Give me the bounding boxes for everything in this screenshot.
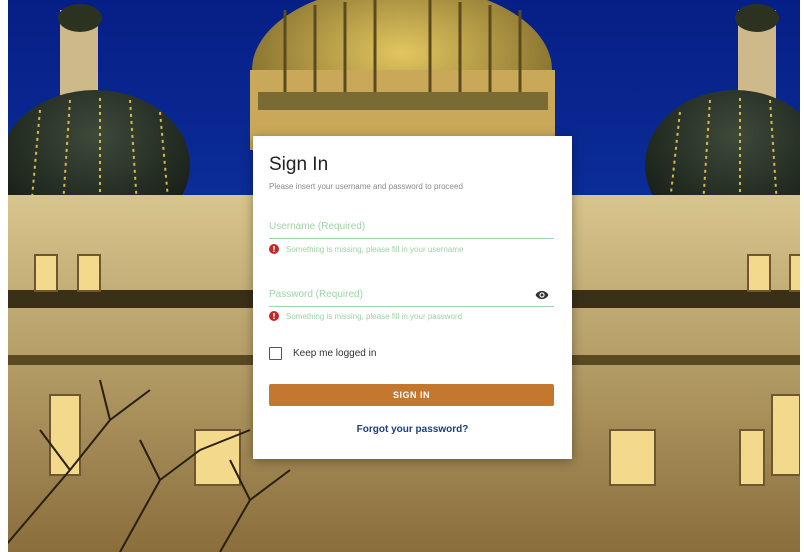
username-input[interactable] xyxy=(269,216,519,237)
password-error-text: Something is missing, please fill in you… xyxy=(286,311,463,321)
password-error: ! Something is missing, please fill in y… xyxy=(269,311,462,321)
username-error: ! Something is missing, please fill in y… xyxy=(269,244,463,254)
signin-button[interactable]: SIGN IN xyxy=(269,384,554,406)
checkbox-icon[interactable] xyxy=(269,347,282,360)
signin-subtitle: Please insert your username and password… xyxy=(269,182,463,191)
right-border xyxy=(800,0,804,552)
password-field-container xyxy=(269,284,554,307)
username-error-text: Something is missing, please fill in you… xyxy=(286,244,464,254)
password-input[interactable] xyxy=(269,284,519,305)
keep-logged-in-label: Keep me logged in xyxy=(293,348,377,359)
username-field-container xyxy=(269,216,554,239)
signin-title: Sign In xyxy=(269,154,329,175)
error-icon: ! xyxy=(269,311,279,321)
keep-logged-in[interactable]: Keep me logged in xyxy=(269,347,376,360)
forgot-password-link[interactable]: Forgot your password? xyxy=(253,424,572,435)
signin-card: Sign In Please insert your username and … xyxy=(253,136,572,459)
error-icon: ! xyxy=(269,244,279,254)
eye-icon[interactable] xyxy=(534,288,550,302)
left-border xyxy=(0,0,8,552)
